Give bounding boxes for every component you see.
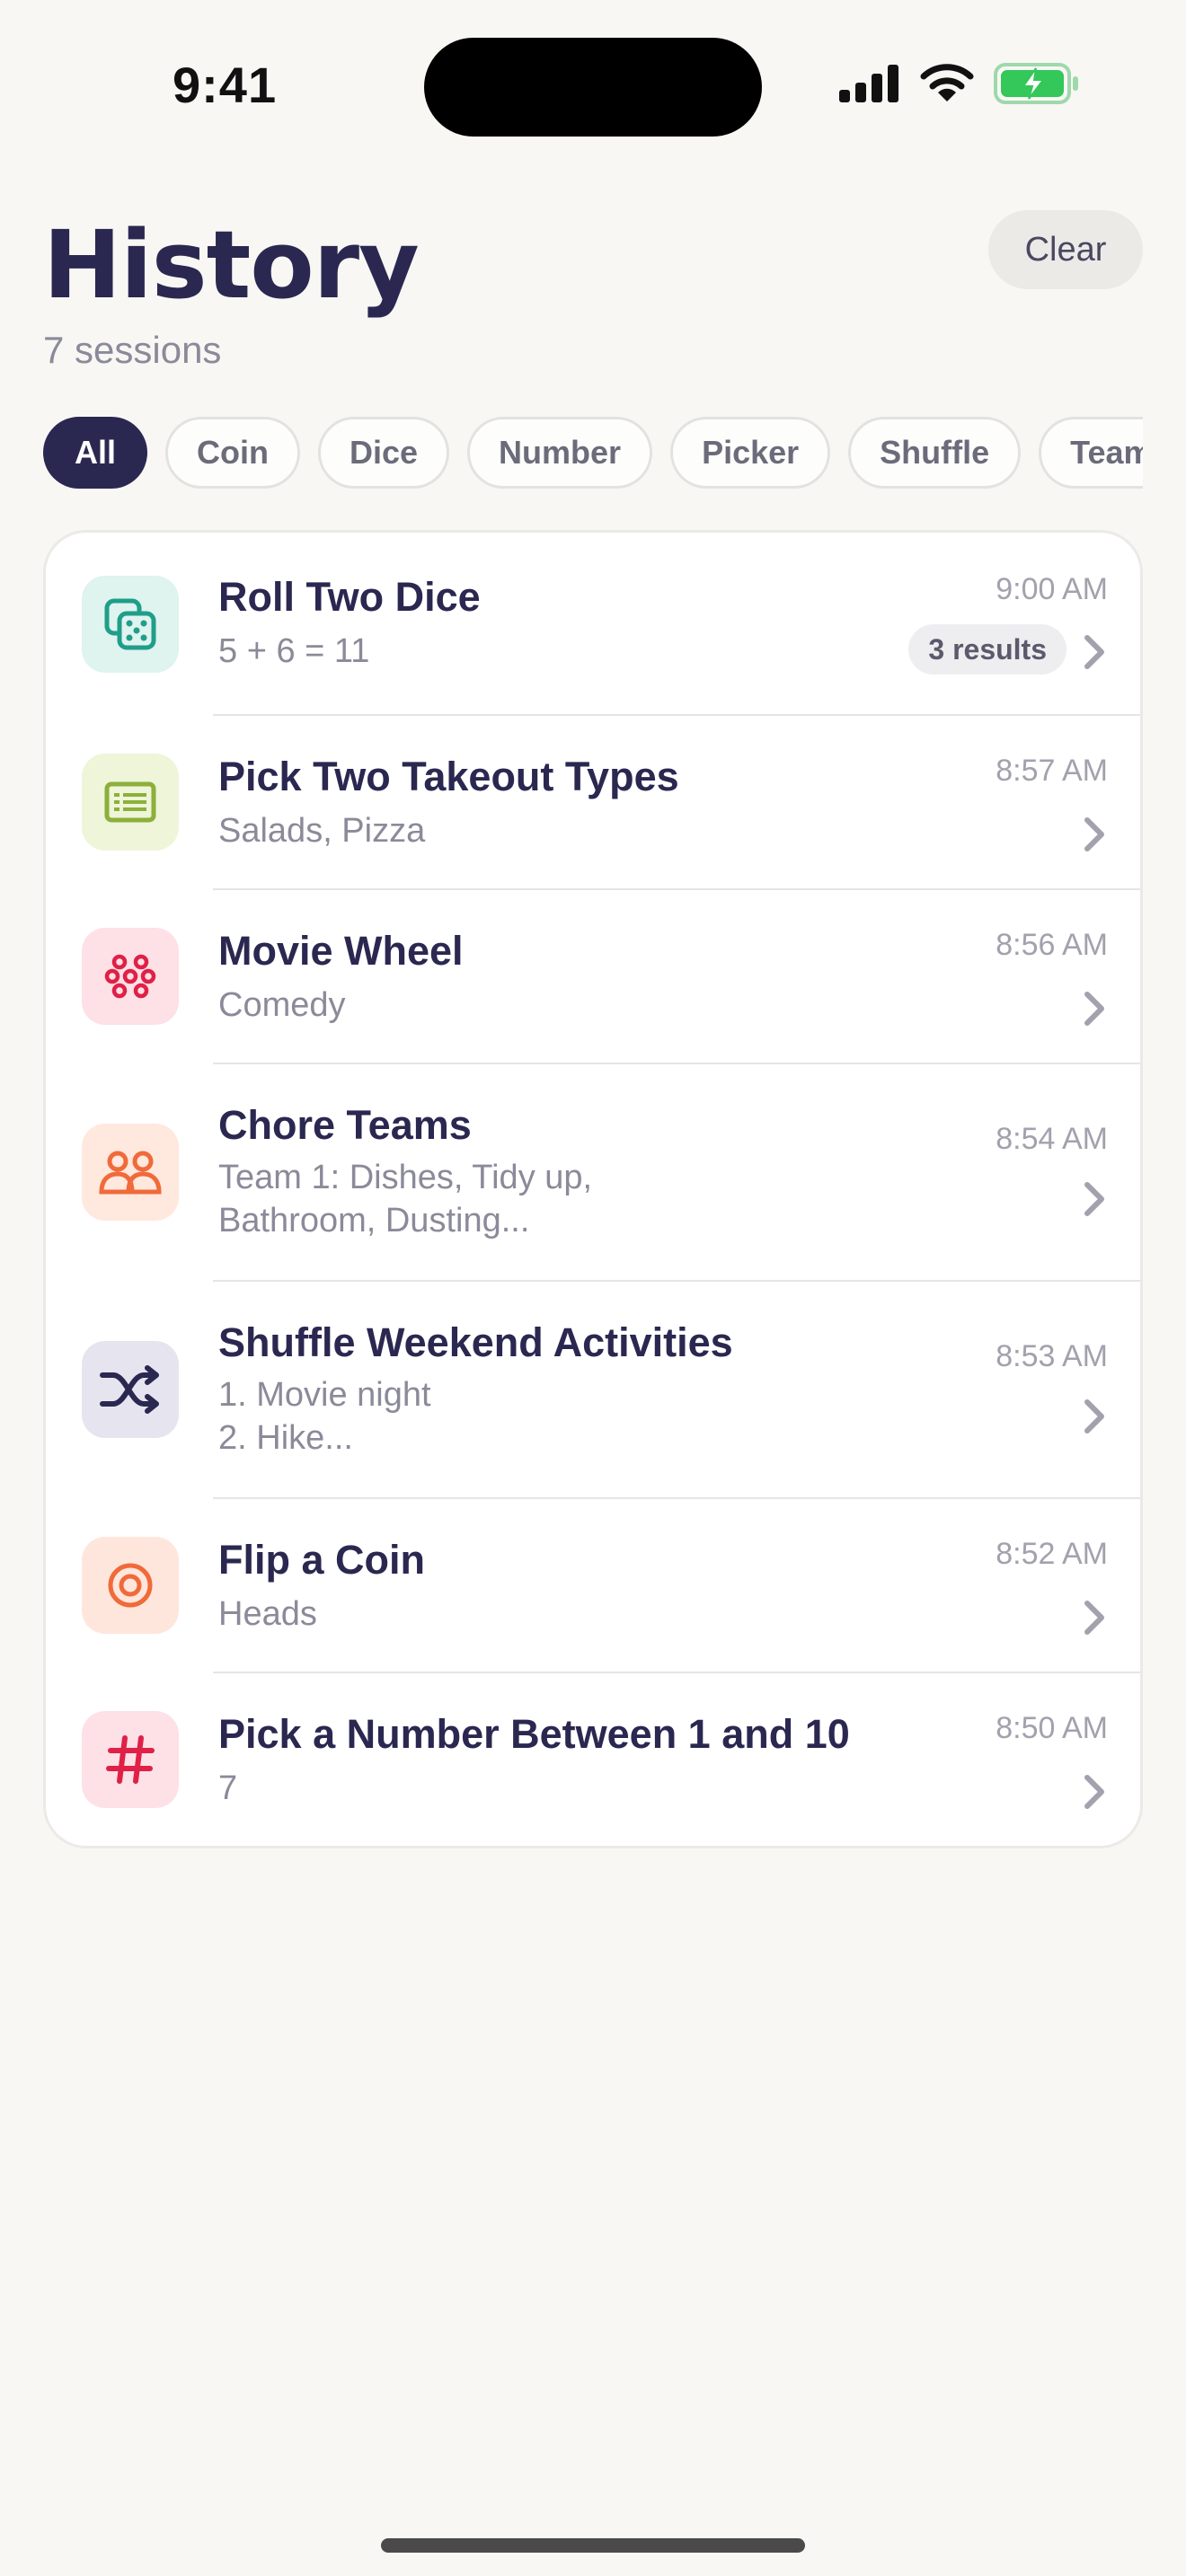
filter-chip-all[interactable]: All <box>43 417 148 489</box>
filter-chip-number[interactable]: Number <box>467 417 653 489</box>
hash-icon <box>82 1711 179 1808</box>
chevron-right-icon <box>1084 1601 1104 1635</box>
session-row[interactable]: Pick Two Takeout Types Salads, Pizza 8:57 … <box>46 716 1140 890</box>
session-row[interactable]: Pick a Number Between 1 and 10 7 8:50 AM <box>46 1673 1140 1846</box>
session-result: 1. Movie night 2. Hike... <box>218 1376 431 1457</box>
session-row[interactable]: Roll Two Dice 5 + 6 = 11 9:00 AM 3 results <box>46 533 1140 716</box>
filter-chip-coin[interactable]: Coin <box>165 417 300 489</box>
session-title: Roll Two Dice <box>218 574 481 620</box>
chevron-right-icon <box>1084 817 1104 851</box>
filter-bar: AllCoinDiceNumberPickerShuffleTeams <box>43 417 1143 489</box>
page-title: History <box>43 210 420 320</box>
list-icon <box>82 754 179 851</box>
session-result: Salads, Pizza <box>218 812 426 850</box>
clear-button[interactable]: Clear <box>988 210 1143 289</box>
session-row[interactable]: Chore Teams Team 1: Dishes, Tidy up, Bath… <box>46 1064 1140 1282</box>
shuffle-icon <box>82 1341 179 1438</box>
dice-icon <box>82 576 179 673</box>
session-list: Roll Two Dice 5 + 6 = 11 9:00 AM 3 results P… <box>43 530 1143 1848</box>
session-time: 8:57 AM <box>996 754 1108 788</box>
session-row[interactable]: Shuffle Weekend Activities 1. Movie night… <box>46 1282 1140 1499</box>
session-title: Flip a Coin <box>218 1537 425 1583</box>
filter-chip-row: AllCoinDiceNumberPickerShuffleTeams <box>43 417 1143 489</box>
session-title: Shuffle Weekend Activities <box>218 1319 733 1365</box>
session-time: 8:54 AM <box>996 1122 1108 1156</box>
session-result: Comedy <box>218 986 346 1024</box>
chevron-right-icon <box>1084 1775 1104 1809</box>
wifi-icon <box>920 64 974 101</box>
session-time: 8:50 AM <box>996 1711 1108 1745</box>
cellular-signal-icon <box>839 65 898 102</box>
session-count: 7 sessions <box>43 329 222 371</box>
session-time: 8:56 AM <box>996 928 1108 962</box>
wheel-icon <box>82 928 179 1025</box>
dynamic-island <box>424 38 762 137</box>
session-title: Chore Teams <box>218 1102 472 1148</box>
status-time: 9:41 <box>173 57 278 113</box>
target-icon <box>82 1537 179 1634</box>
chevron-right-icon <box>1084 1399 1104 1434</box>
session-time: 8:52 AM <box>996 1537 1108 1571</box>
session-title: Pick Two Takeout Types <box>218 754 679 799</box>
chevron-right-icon <box>1084 992 1104 1026</box>
session-result: 5 + 6 = 11 <box>218 632 370 670</box>
session-result: Heads <box>218 1595 317 1633</box>
filter-chip-shuffle[interactable]: Shuffle <box>848 417 1022 489</box>
session-time: 9:00 AM <box>996 572 1108 606</box>
session-result: Team 1: Dishes, Tidy up, Bathroom, Dusti… <box>218 1159 593 1239</box>
results-badge: 3 results <box>908 624 1067 675</box>
filter-chip-teams[interactable]: Teams <box>1039 417 1143 489</box>
home-indicator <box>381 2538 805 2553</box>
session-row[interactable]: Movie Wheel Comedy 8:56 AM <box>46 890 1140 1064</box>
session-title: Movie Wheel <box>218 928 464 974</box>
session-title: Pick a Number Between 1 and 10 <box>218 1711 850 1757</box>
people-icon <box>82 1124 179 1221</box>
session-row[interactable]: Flip a Coin Heads 8:52 AM <box>46 1499 1140 1673</box>
chevron-right-icon <box>1084 635 1104 669</box>
filter-chip-dice[interactable]: Dice <box>318 417 450 489</box>
session-result: 7 <box>218 1769 238 1807</box>
chevron-right-icon <box>1084 1182 1104 1216</box>
battery-charging-icon <box>994 63 1078 104</box>
session-time: 8:53 AM <box>996 1339 1108 1373</box>
status-icons <box>839 63 1080 104</box>
filter-chip-picker[interactable]: Picker <box>670 417 831 489</box>
